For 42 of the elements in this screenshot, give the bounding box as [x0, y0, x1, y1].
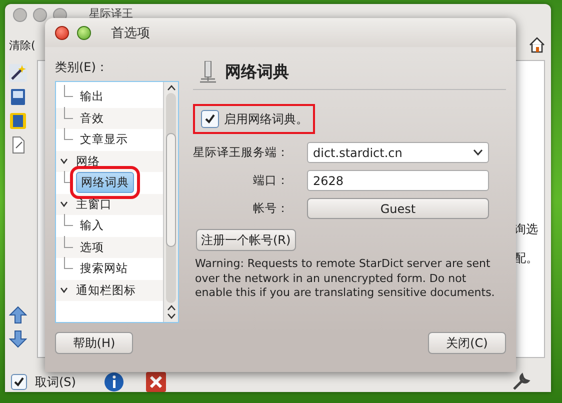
- close-icon[interactable]: [55, 26, 69, 40]
- tree-item[interactable]: 输出: [76, 87, 108, 106]
- server-dropdown[interactable]: dict.stardict.cn: [307, 142, 489, 163]
- dialog-title: 首选项: [111, 24, 150, 42]
- checkbox[interactable]: [11, 374, 27, 390]
- wrench-icon[interactable]: [511, 372, 531, 392]
- window-title: 星际译王: [89, 8, 133, 20]
- field-label: 帐号：: [252, 201, 290, 216]
- account-button[interactable]: Guest: [307, 198, 489, 219]
- field-label: 星际译王服务端：: [193, 145, 290, 160]
- down-arrow-icon[interactable]: [9, 330, 27, 348]
- maximize-icon[interactable]: [77, 26, 91, 40]
- scroll-down-icon[interactable]: [166, 313, 176, 319]
- dictionary-icon[interactable]: [9, 88, 27, 106]
- scroll-up-icon[interactable]: [166, 305, 176, 311]
- register-account-button[interactable]: 注册一个帐号(R): [196, 229, 296, 251]
- scrollbar[interactable]: [163, 82, 178, 322]
- field-label: 端口：: [252, 173, 290, 188]
- help-button[interactable]: 帮助(H): [55, 332, 133, 354]
- info-icon[interactable]: [104, 372, 124, 392]
- clear-button[interactable]: 清除(: [9, 38, 36, 52]
- checkbox-label: 启用网络词典。: [224, 110, 308, 128]
- home-icon[interactable]: [529, 37, 545, 53]
- tree-item[interactable]: 输入: [76, 216, 108, 236]
- scroll-up-icon[interactable]: [166, 85, 176, 91]
- checkbox-label: 取词(S): [35, 374, 76, 390]
- dropdown-caret-icon: [473, 149, 483, 156]
- page-title: 网络词典: [225, 62, 289, 82]
- warning-text: Warning: Requests to remote StarDict server are sent over the network in an unencrypted form. Do not enable this if you are translating sensitive documents.: [194, 257, 496, 300]
- port-input-field[interactable]: 2628: [307, 170, 489, 191]
- category-label: 类别(E)：: [55, 59, 109, 76]
- network-plug-icon: [199, 61, 217, 83]
- up-arrow-icon[interactable]: [9, 306, 27, 324]
- checkmark-icon: [13, 376, 25, 388]
- close-button[interactable]: 关闭(C): [428, 332, 506, 354]
- checkbox[interactable]: [201, 110, 219, 128]
- checkmark-icon: [204, 113, 216, 125]
- tree-item[interactable]: 搜索网站: [76, 259, 132, 278]
- close-icon[interactable]: [146, 372, 166, 392]
- dictionary-icon[interactable]: [9, 112, 27, 130]
- magic-wand-icon[interactable]: [9, 64, 27, 82]
- tree-item[interactable]: 文章显示: [76, 130, 132, 150]
